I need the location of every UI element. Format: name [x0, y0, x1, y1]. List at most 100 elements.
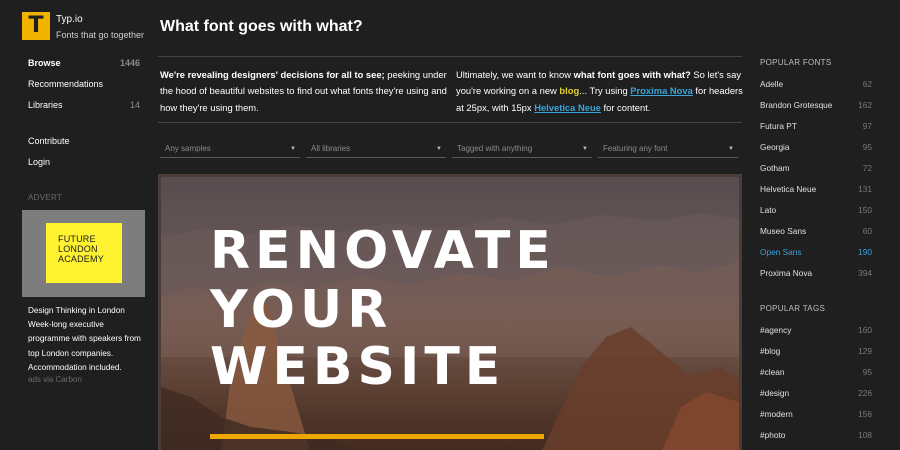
- intro-right-text: Ultimately, we want to know: [456, 69, 574, 80]
- popular-font-item[interactable]: Brandon Grotesque 162: [760, 100, 872, 110]
- intro-right: Ultimately, we want to know what font go…: [456, 67, 746, 116]
- popular-tag-item[interactable]: #clean 95: [760, 367, 872, 377]
- hero-accent-bar: [210, 434, 544, 439]
- helvetica-neue-link[interactable]: Helvetica Neue: [534, 102, 601, 113]
- intro-right-text: ... Try using: [579, 85, 631, 97]
- hero-text-line: WEBSITE: [210, 337, 506, 397]
- nav-recommendations[interactable]: Recommendations: [28, 79, 140, 89]
- fonts-filter-select[interactable]: Featuring any font ▼: [598, 144, 738, 158]
- dropdown-arrow-icon: ▼: [582, 146, 588, 152]
- font-count: 394: [858, 268, 872, 278]
- hero-text-line: RENOVATE: [210, 221, 556, 281]
- popular-font-item[interactable]: Gotham 72: [760, 163, 872, 173]
- intro-left: We're revealing designers' decisions for…: [160, 67, 450, 116]
- intro-right-bold: what font goes with what?: [573, 69, 691, 80]
- font-count: 150: [858, 205, 872, 215]
- nav-contribute[interactable]: Contribute: [28, 136, 140, 146]
- nav-login[interactable]: Login: [28, 157, 140, 167]
- font-count: 190: [858, 247, 872, 257]
- sample-card[interactable]: RENOVATE YOUR WEBSITE: [158, 174, 742, 450]
- tag-count: 160: [858, 325, 872, 335]
- nav-libraries[interactable]: Libraries 14: [28, 100, 140, 110]
- popular-font-item[interactable]: Lato 150: [760, 205, 872, 215]
- nav-label: Recommendations: [28, 79, 104, 89]
- font-count: 97: [862, 121, 872, 131]
- popular-font-item[interactable]: Proxima Nova 394: [760, 268, 872, 278]
- libraries-filter-select[interactable]: All libraries ▼: [306, 144, 446, 158]
- filter-value: Tagged with anything: [457, 144, 533, 153]
- popular-tag-item[interactable]: #photo 108: [760, 430, 872, 440]
- popular-font-item[interactable]: Georgia 95: [760, 142, 872, 152]
- font-name: Futura PT: [760, 121, 797, 131]
- tag-count: 226: [858, 388, 872, 398]
- advert-logo-line: FUTURE: [58, 234, 96, 244]
- advert-image[interactable]: FUTURE LONDON ACADEMY: [22, 210, 145, 297]
- popular-tags-heading: POPULAR TAGS: [760, 304, 826, 313]
- popular-tag-item[interactable]: #design 226: [760, 388, 872, 398]
- sample-preview-image: RENOVATE YOUR WEBSITE: [161, 177, 739, 450]
- site-name[interactable]: Typ.io: [56, 14, 83, 25]
- proxima-nova-link[interactable]: Proxima Nova: [630, 85, 693, 96]
- font-name: Proxima Nova: [760, 268, 813, 278]
- samples-filter-select[interactable]: Any samples ▼: [160, 144, 300, 158]
- dropdown-arrow-icon: ▼: [436, 146, 442, 152]
- tag-name: #clean: [760, 367, 785, 377]
- font-count: 131: [858, 184, 872, 194]
- advert-via-link[interactable]: ads via Carbon: [28, 375, 82, 384]
- nav-label: Login: [28, 157, 51, 167]
- font-name: Adelle: [760, 79, 784, 89]
- dropdown-arrow-icon: ▼: [290, 146, 296, 152]
- logo-letter: T: [28, 13, 44, 38]
- nav-label: Libraries: [28, 100, 63, 110]
- font-count: 95: [862, 142, 872, 152]
- divider: [158, 122, 742, 123]
- popular-font-item[interactable]: Futura PT 97: [760, 121, 872, 131]
- font-name: Lato: [760, 205, 777, 215]
- site-logo[interactable]: T: [22, 12, 50, 40]
- tag-count: 108: [858, 430, 872, 440]
- advert-label: ADVERT: [28, 193, 63, 202]
- hero-text-line: YOUR: [210, 280, 393, 340]
- font-count: 72: [862, 163, 872, 173]
- filter-value: All libraries: [311, 144, 351, 153]
- nav-browse[interactable]: Browse 1446: [28, 58, 140, 68]
- nav-label: Contribute: [28, 136, 70, 146]
- advert-logo-line: ACADEMY: [58, 254, 104, 264]
- font-name: Gotham: [760, 163, 790, 173]
- font-name: Brandon Grotesque: [760, 100, 833, 110]
- font-name: Museo Sans: [760, 226, 807, 236]
- tag-count: 156: [858, 409, 872, 419]
- advert-text[interactable]: Design Thinking in London Week-long exec…: [28, 304, 144, 375]
- popular-tag-item[interactable]: #blog 129: [760, 346, 872, 356]
- font-count: 60: [862, 226, 872, 236]
- nav-count: 1446: [119, 58, 140, 68]
- intro-left-bold: We're revealing designers' decisions for…: [160, 69, 385, 80]
- popular-tag-item[interactable]: #agency 160: [760, 325, 872, 335]
- filter-value: Featuring any font: [603, 144, 668, 153]
- popular-font-item-selected[interactable]: Open Sans 190: [760, 247, 872, 257]
- nav-count: 14: [129, 100, 140, 110]
- advert-logo-line: LONDON: [58, 244, 98, 254]
- font-name: Helvetica Neue: [760, 184, 817, 194]
- tag-name: #photo: [760, 430, 786, 440]
- tag-count: 129: [858, 346, 872, 356]
- site-tagline: Fonts that go together: [56, 30, 145, 40]
- advert-logo: FUTURE LONDON ACADEMY: [46, 223, 122, 283]
- filter-value: Any samples: [165, 144, 211, 153]
- font-count: 62: [862, 79, 872, 89]
- nav-label: Browse: [28, 58, 61, 68]
- tag-name: #blog: [760, 346, 781, 356]
- tag-count: 95: [862, 367, 872, 377]
- popular-tag-item[interactable]: #modern 156: [760, 409, 872, 419]
- blog-tag-link[interactable]: blog: [559, 85, 579, 96]
- tag-name: #modern: [760, 409, 793, 419]
- popular-font-item[interactable]: Helvetica Neue 131: [760, 184, 872, 194]
- tags-filter-select[interactable]: Tagged with anything ▼: [452, 144, 592, 158]
- popular-font-item[interactable]: Museo Sans 60: [760, 226, 872, 236]
- popular-fonts-heading: POPULAR FONTS: [760, 58, 832, 67]
- popular-font-item[interactable]: Adelle 62: [760, 79, 872, 89]
- page-title: What font goes with what?: [160, 18, 363, 35]
- dropdown-arrow-icon: ▼: [728, 146, 734, 152]
- divider: [158, 56, 742, 57]
- font-name: Georgia: [760, 142, 790, 152]
